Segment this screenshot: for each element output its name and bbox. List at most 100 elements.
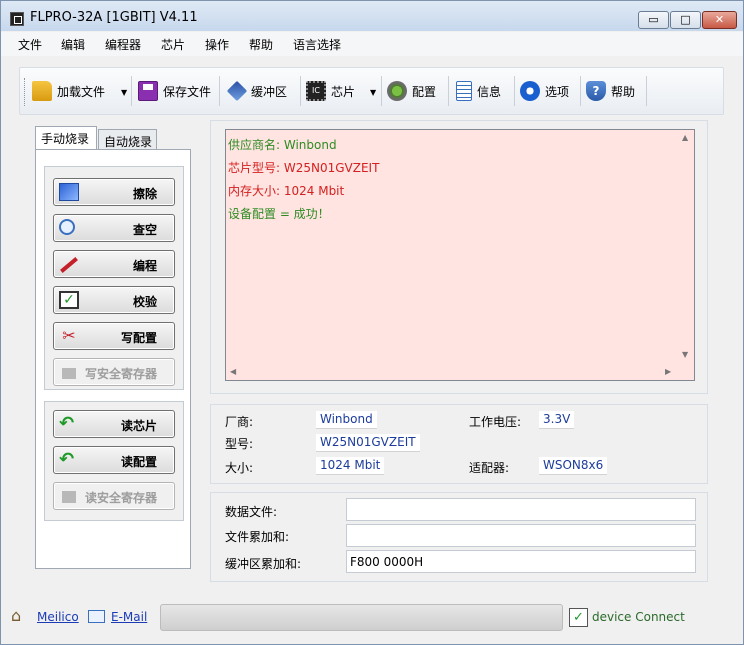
toolbar-separator <box>300 76 301 106</box>
folder-icon <box>32 81 52 101</box>
scroll-up-icon[interactable]: ▲ <box>682 133 688 142</box>
load-file-label: 加载文件 <box>57 84 106 99</box>
program-button[interactable]: 编程 <box>53 250 175 278</box>
log-output[interactable]: 供应商名: Winbond 芯片型号: W25N01GVZEIT 内存大小: 1… <box>225 129 695 381</box>
read-secure-register-button[interactable]: 读安全寄存器 <box>53 482 175 510</box>
menu-file[interactable]: 文件 <box>18 36 42 53</box>
data-file-label: 数据文件: <box>225 505 278 519</box>
file-checksum-field[interactable] <box>346 524 696 547</box>
log-line-vendor: 供应商名: Winbond <box>228 138 337 152</box>
menu-edit[interactable]: 编辑 <box>61 36 85 53</box>
menu-language[interactable]: 语言选择 <box>293 36 341 53</box>
size-label: 大小: <box>225 461 254 475</box>
close-button[interactable]: ✕ <box>702 11 737 29</box>
floppy-disk-icon <box>138 81 158 101</box>
read-secure-register-label: 读安全寄存器 <box>84 491 157 505</box>
write-config-label: 写配置 <box>120 331 157 345</box>
scroll-down-icon[interactable]: ▼ <box>682 350 688 359</box>
read-secure-icon <box>62 491 76 503</box>
save-file-label: 保存文件 <box>163 84 212 99</box>
layers-icon <box>226 80 248 102</box>
maximize-button[interactable]: □ <box>670 11 701 29</box>
minimize-button[interactable]: ▭ <box>638 11 669 29</box>
program-label: 编程 <box>132 259 157 273</box>
toolbar-separator <box>646 76 647 106</box>
model-value: W25N01GVZEIT <box>316 434 420 452</box>
scroll-left-icon[interactable]: ◀ <box>230 367 236 376</box>
title-bar: FLPRO-32A [1GBIT] V4.11 ▭ □ ✕ <box>1 1 743 31</box>
read-config-label: 读配置 <box>120 455 157 469</box>
info-button[interactable]: 信息 <box>456 76 501 106</box>
erase-label: 擦除 <box>132 187 157 201</box>
chip-info-panel: 厂商: Winbond 型号: W25N01GVZEIT 大小: 1024 Mb… <box>210 404 708 484</box>
save-file-button[interactable]: 保存文件 <box>138 76 211 106</box>
tab-auto-burn[interactable]: 自动烧录 <box>98 129 157 150</box>
menu-chip[interactable]: 芯片 <box>161 36 185 53</box>
toolbar: 加载文件 ▼ 保存文件 缓冲区 IC 芯片 ▼ 配置 信息 选项 ? 帮助 <box>19 67 724 115</box>
buffer-checksum-label: 缓冲区累加和: <box>225 557 302 571</box>
log-horizontal-scrollbar[interactable]: ◀ ▶ <box>226 363 677 380</box>
pen-icon <box>60 257 78 273</box>
menu-operation[interactable]: 操作 <box>205 36 229 53</box>
check-icon: ✓ <box>59 291 79 309</box>
meilico-link[interactable]: Meilico <box>37 610 79 624</box>
erase-button[interactable]: 擦除 <box>53 178 175 206</box>
load-file-dropdown-icon[interactable]: ▼ <box>121 88 127 97</box>
data-file-field[interactable] <box>346 498 696 521</box>
buffer-checksum-field[interactable]: F800 0000H <box>346 550 696 573</box>
buffer-button[interactable]: 缓冲区 <box>226 76 287 106</box>
file-checksum-label: 文件累加和: <box>225 530 290 544</box>
log-line-size: 内存大小: 1024 Mbit <box>228 184 345 198</box>
app-window: FLPRO-32A [1GBIT] V4.11 ▭ □ ✕ 文件 编辑 编程器 … <box>0 0 744 645</box>
toolbar-separator <box>514 76 515 106</box>
chip-label: 芯片 <box>331 84 356 99</box>
help-shield-icon: ? <box>586 81 606 101</box>
blank-check-button[interactable]: 查空 <box>53 214 175 242</box>
help-button[interactable]: ? 帮助 <box>586 76 635 106</box>
chip-button[interactable]: IC 芯片 <box>306 76 355 106</box>
load-file-button[interactable]: 加载文件 <box>32 76 105 106</box>
tools-icon: ✂ <box>62 326 76 345</box>
tab-manual-burn[interactable]: 手动烧录 <box>35 126 97 150</box>
progress-bar <box>160 604 563 631</box>
voltage-label: 工作电压: <box>469 415 522 429</box>
size-value: 1024 Mbit <box>316 457 385 475</box>
toolbar-grip[interactable] <box>24 78 27 106</box>
lock-icon <box>62 368 76 379</box>
verify-label: 校验 <box>132 295 157 309</box>
file-info-panel: 数据文件: 文件累加和: 缓冲区累加和: F800 0000H <box>210 492 708 582</box>
help-label: 帮助 <box>611 84 636 99</box>
toolbar-separator <box>219 76 220 106</box>
options-gear-icon <box>520 81 540 101</box>
vendor-label: 厂商: <box>225 415 254 429</box>
read-chip-button[interactable]: ↶ 读芯片 <box>53 410 175 438</box>
read-config-button[interactable]: ↶ 读配置 <box>53 446 175 474</box>
menu-programmer[interactable]: 编程器 <box>105 36 141 53</box>
menu-help[interactable]: 帮助 <box>249 36 273 53</box>
home-icon: ⌂ <box>11 606 22 625</box>
voltage-value: 3.3V <box>539 411 575 429</box>
options-button[interactable]: 选项 <box>520 76 569 106</box>
connection-status: device Connect <box>592 610 685 624</box>
adapter-value: WSON8x6 <box>539 457 608 475</box>
operations-panel: 擦除 查空 编程 ✓ 校验 ✂ 写配置 写安全寄存器 ↶ 读芯片 ↶ 读配置 读… <box>35 149 191 569</box>
log-vertical-scrollbar[interactable]: ▲ ▼ <box>677 130 694 363</box>
write-config-button[interactable]: ✂ 写配置 <box>53 322 175 350</box>
scroll-right-icon[interactable]: ▶ <box>665 367 671 376</box>
adapter-label: 适配器: <box>469 461 510 475</box>
read-chip-label: 读芯片 <box>120 419 157 433</box>
toolbar-separator <box>381 76 382 106</box>
model-label: 型号: <box>225 437 254 451</box>
info-label: 信息 <box>477 84 502 99</box>
read-config-icon: ↶ <box>59 449 75 470</box>
config-gear-icon <box>387 81 407 101</box>
verify-button[interactable]: ✓ 校验 <box>53 286 175 314</box>
blank-check-label: 查空 <box>132 223 157 237</box>
email-icon <box>88 610 105 623</box>
write-secure-register-button[interactable]: 写安全寄存器 <box>53 358 175 386</box>
log-line-status: 设备配置 = 成功！ <box>228 207 330 221</box>
email-link[interactable]: E-Mail <box>111 610 147 624</box>
config-button[interactable]: 配置 <box>387 76 436 106</box>
chip-dropdown-icon[interactable]: ▼ <box>370 88 376 97</box>
window-title: FLPRO-32A [1GBIT] V4.11 <box>30 10 198 25</box>
